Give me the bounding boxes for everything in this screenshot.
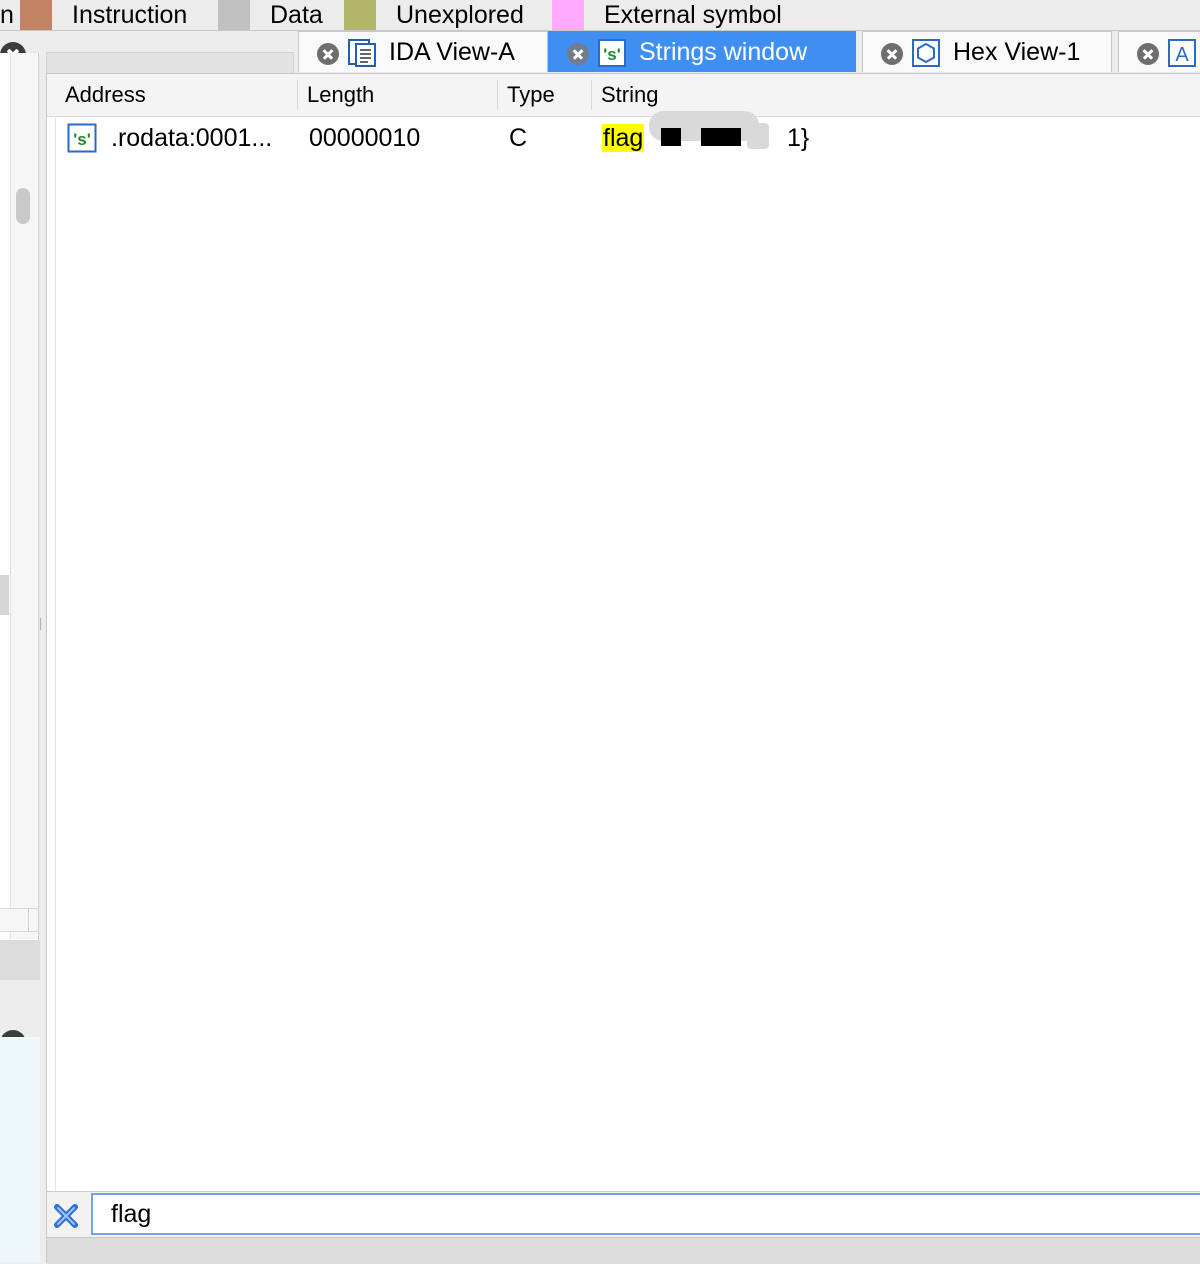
tab-structures[interactable]: A [1118, 31, 1200, 72]
strings-window-panel: Address Length Type String 's' .rodata:0… [46, 73, 1200, 1264]
table-header: Address Length Type String [47, 74, 1200, 117]
left-horizontal-scrollbar[interactable] [0, 908, 38, 932]
quick-filter-bar [47, 1191, 1200, 1238]
redaction-smudge [747, 123, 769, 149]
legend-swatch-external-symbol [552, 0, 584, 30]
legend-label-external-symbol: External symbol [604, 1, 782, 29]
cell-string: flag [602, 117, 645, 159]
legend-label-data: Data [270, 1, 323, 29]
close-icon[interactable] [567, 43, 589, 65]
left-selected-row [0, 575, 9, 615]
column-header-type[interactable]: Type [507, 74, 555, 116]
status-bar [47, 1237, 1200, 1264]
cell-string-suffix: 1} [787, 124, 810, 152]
tab-ida-view-a[interactable]: IDA View-A [298, 31, 548, 72]
tab-label: Strings window [639, 38, 808, 66]
left-scrollbar-track[interactable] [10, 53, 37, 939]
filter-input[interactable] [91, 1193, 1200, 1235]
strings-table-body[interactable]: 's' .rodata:0001... 00000010 C flag 1} [47, 111, 1200, 1191]
ida-view-icon [348, 39, 376, 67]
tab-bar: IDA View-A 's' Strings window Hex View-1… [46, 31, 1200, 74]
legend-swatch-data [218, 0, 250, 30]
tab-strings-window[interactable]: 's' Strings window [548, 31, 856, 72]
column-header-string[interactable]: String [601, 74, 658, 116]
close-icon[interactable] [881, 43, 903, 65]
svg-text:'s': 's' [603, 45, 621, 64]
redaction-block [701, 128, 741, 146]
left-lower-panel [0, 1037, 40, 1262]
cell-type: C [509, 124, 528, 152]
row-gutter-line [55, 117, 56, 1191]
legend-label-partial: n [0, 1, 14, 29]
table-row[interactable]: 's' .rodata:0001... 00000010 C flag 1} [57, 111, 1200, 159]
cell-address: .rodata:0001... [111, 124, 273, 152]
left-panel-separator [0, 940, 40, 980]
search-match-highlight: flag [602, 124, 645, 152]
redaction-block [661, 128, 681, 146]
cell-length: 00000010 [309, 124, 421, 152]
structures-icon: A [1168, 39, 1196, 67]
svg-text:'s': 's' [73, 130, 91, 149]
tab-hex-view-1[interactable]: Hex View-1 [862, 31, 1112, 72]
column-header-address[interactable]: Address [65, 74, 146, 116]
tab-bar-empty-area [46, 52, 294, 74]
left-scrollbar-thumb[interactable] [16, 188, 30, 224]
close-icon[interactable] [317, 43, 339, 65]
string-s-icon: 's' [67, 123, 97, 153]
left-lower-panel-header [0, 987, 40, 1056]
close-icon[interactable] [1137, 43, 1159, 65]
tab-label: Hex View-1 [953, 38, 1081, 66]
legend-label-instruction: Instruction [72, 1, 188, 29]
hex-view-icon [912, 39, 940, 67]
tab-label: IDA View-A [389, 38, 515, 66]
column-divider[interactable] [297, 80, 298, 110]
legend-swatch-instruction [20, 0, 52, 30]
column-header-length[interactable]: Length [307, 74, 374, 116]
column-divider[interactable] [591, 80, 592, 110]
column-divider[interactable] [497, 80, 498, 110]
legend-swatch-unexplored [344, 0, 376, 30]
clear-filter-icon[interactable] [53, 1203, 79, 1229]
segment-legend-bar: n Instruction Data Unexplored External s… [0, 0, 1200, 31]
strings-icon: 's' [598, 39, 626, 67]
legend-label-unexplored: Unexplored [396, 1, 524, 29]
svg-text:A: A [1175, 44, 1189, 66]
